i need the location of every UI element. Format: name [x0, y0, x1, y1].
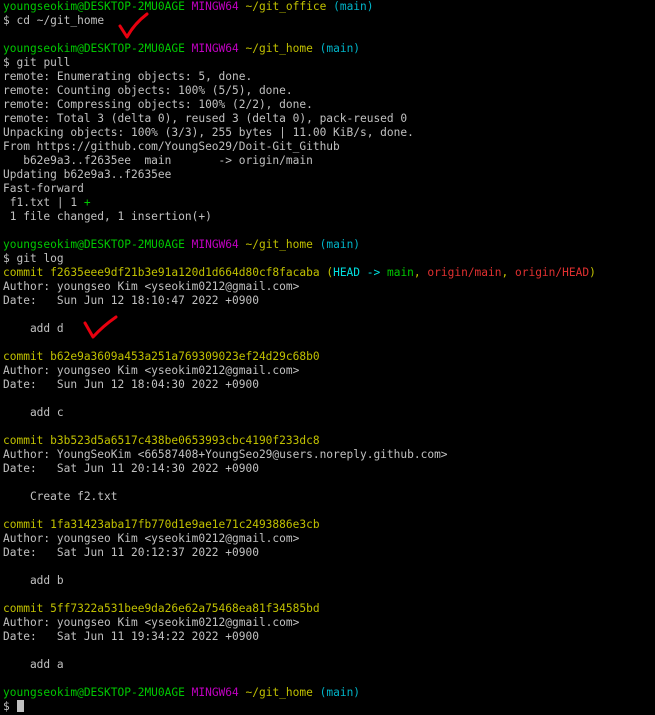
ref-sep: , — [413, 266, 428, 279]
prompt-branch: (main) — [319, 238, 361, 251]
commit-author: Author: youngseo Kim <yseokim0212@gmail.… — [3, 532, 300, 545]
diffstat-file: f1.txt | 1 — [3, 196, 84, 209]
checkmark-icon — [83, 315, 118, 339]
prompt-user-host: youngseokim@DESKTOP-2MU0AGE — [3, 42, 185, 55]
terminal-window[interactable]: youngseokim@DESKTOP-2MU0AGE MINGW64 ~/gi… — [0, 0, 655, 715]
prompt-path: ~/git_home — [245, 686, 313, 699]
commit-author: Author: youngseo Kim <yseokim0212@gmail.… — [3, 616, 300, 629]
prompt-user-host: youngseokim@DESKTOP-2MU0AGE — [3, 686, 185, 699]
output-line: remote: Compressing objects: 100% (2/2),… — [3, 98, 313, 111]
ref-origin-head: origin/HEAD — [514, 266, 590, 279]
diffstat-summary: 1 file changed, 1 insertion(+) — [3, 210, 212, 223]
command-log: git log — [16, 252, 64, 265]
prompt-system: MINGW64 — [191, 686, 239, 699]
prompt-line: youngseokim@DESKTOP-2MU0AGE MINGW64 ~/gi… — [3, 0, 655, 14]
prompt-line: youngseokim@DESKTOP-2MU0AGE MINGW64 ~/gi… — [3, 686, 655, 700]
output-line: remote: Total 3 (delta 0), reused 3 (del… — [3, 112, 408, 125]
commit-hash: commit f2635eee9df21b3e91a120d1d664d80cf… — [3, 266, 320, 279]
text-cursor[interactable] — [16, 700, 24, 712]
prompt-system: MINGW64 — [191, 238, 239, 251]
output-line: remote: Enumerating objects: 5, done. — [3, 70, 253, 83]
commit-date: Date: Sun Jun 12 18:10:47 2022 +0900 — [3, 294, 259, 307]
output-line: Unpacking objects: 100% (3/3), 255 bytes… — [3, 126, 414, 139]
prompt-path: ~/git_home — [245, 238, 313, 251]
commit-message: add b — [3, 574, 64, 587]
output-line: From https://github.com/YoungSeo29/Doit-… — [3, 140, 340, 153]
prompt-branch: (main) — [319, 42, 361, 55]
prompt-symbol: $ — [3, 56, 10, 69]
commit-message: Create f2.txt — [3, 490, 118, 503]
commit-date: Date: Sat Jun 11 20:12:37 2022 +0900 — [3, 546, 259, 559]
diffstat-plus: + — [83, 196, 91, 209]
commit-author: Author: youngseo Kim <yseokim0212@gmail.… — [3, 364, 300, 377]
command-line: $ cd ~/git_home — [3, 14, 655, 28]
commit-author: Author: youngseo Kim <yseokim0212@gmail.… — [3, 280, 300, 293]
commit-date: Date: Sun Jun 12 18:04:30 2022 +0900 — [3, 378, 259, 391]
commit-author: Author: YoungSeoKim <66587408+YoungSeo29… — [3, 448, 448, 461]
command-cd: cd ~/git_home — [16, 14, 105, 27]
commit-message: add a — [3, 658, 64, 671]
prompt-user-host: youngseokim@DESKTOP-2MU0AGE — [3, 238, 185, 251]
commit-message: add c — [3, 406, 64, 419]
prompt-user-host: youngseokim@DESKTOP-2MU0AGE — [3, 0, 185, 13]
commit-hash: commit 5ff7322a531bee9da26e62a75468ea81f… — [3, 602, 320, 615]
commit-date: Date: Sat Jun 11 19:34:22 2022 +0900 — [3, 630, 259, 643]
prompt-branch: (main) — [333, 0, 374, 13]
prompt-line: youngseokim@DESKTOP-2MU0AGE MINGW64 ~/gi… — [3, 42, 655, 56]
prompt-symbol: $ — [3, 14, 10, 27]
prompt-line: youngseokim@DESKTOP-2MU0AGE MINGW64 ~/gi… — [3, 238, 655, 252]
prompt-symbol: $ — [3, 252, 10, 265]
command-line: $ git log — [3, 252, 655, 266]
command-line: $ git pull — [3, 56, 655, 70]
commit-hash: commit b3b523d5a6517c438be0653993cbc4190… — [3, 434, 320, 447]
commit-hash: commit 1fa31423aba17fb770d1e9ae1e71c2493… — [3, 518, 320, 531]
commit-date: Date: Sat Jun 11 20:14:30 2022 +0900 — [3, 462, 259, 475]
ref-origin-main: origin/main — [427, 266, 502, 279]
prompt-system: MINGW64 — [191, 42, 239, 55]
commit-hash-line: commit f2635eee9df21b3e91a120d1d664d80cf… — [3, 266, 655, 280]
prompt-path: ~/git_home — [245, 42, 313, 55]
prompt-path: ~/git_office — [245, 0, 327, 13]
commit-hash: commit b62e9a3609a453a251a769309023ef24d… — [3, 350, 320, 363]
output-line: Fast-forward — [3, 182, 84, 195]
output-line: remote: Counting objects: 100% (5/5), do… — [3, 84, 293, 97]
ref-main: main — [386, 266, 414, 279]
checkmark-icon — [118, 12, 149, 39]
command-pull: git pull — [16, 56, 71, 69]
output-line: b62e9a3..f2635ee main -> origin/main — [3, 154, 313, 167]
prompt-symbol: $ — [3, 700, 10, 713]
output-line: Updating b62e9a3..f2635ee — [3, 168, 172, 181]
ref-paren-close: ) — [589, 266, 596, 279]
command-line[interactable]: $ — [3, 700, 655, 714]
prompt-system: MINGW64 — [191, 0, 239, 13]
ref-head: HEAD -> — [333, 266, 387, 279]
prompt-branch: (main) — [319, 686, 361, 699]
diffstat-file-line: f1.txt | 1 + — [3, 196, 655, 210]
ref-sep: , — [501, 266, 515, 279]
